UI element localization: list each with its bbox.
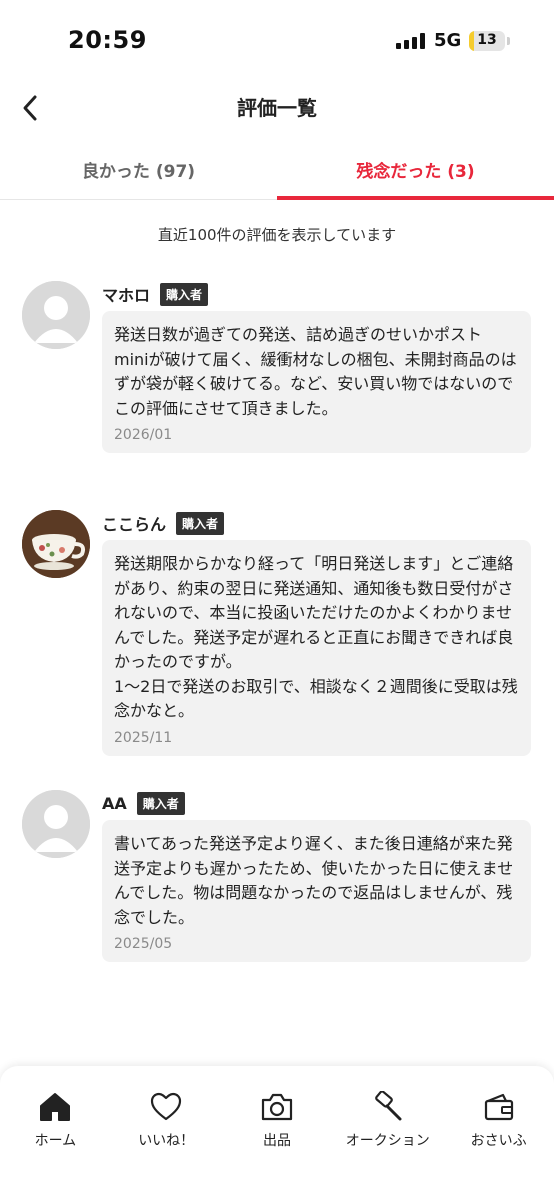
- avatar[interactable]: [22, 510, 90, 578]
- camera-icon: [260, 1090, 294, 1124]
- teacup-avatar-icon: [22, 510, 90, 578]
- reviewer-name[interactable]: AA: [102, 794, 127, 813]
- page-title: 評価一覧: [237, 96, 317, 120]
- reviewer-line: ここらん 購入者: [102, 510, 225, 536]
- battery-icon: 13: [469, 31, 505, 51]
- battery-nub: [507, 37, 510, 45]
- review-text: 発送日数が過ぎての発送、詰め過ぎのせいかポスト miniが破けて届く、緩衝材なし…: [114, 325, 517, 418]
- tab-good[interactable]: 良かった (97): [0, 140, 277, 199]
- bottom-nav: ホーム いいね！ 出品 オークション おさいふ: [0, 1066, 554, 1200]
- review-bubble: 発送日数が過ぎての発送、詰め過ぎのせいかポスト miniが破けて届く、緩衝材なし…: [102, 311, 531, 453]
- review-text: 書いてあった発送予定より遅く、また後日連絡が来た発送予定よりも遅かったため、使い…: [114, 834, 514, 927]
- review-date: 2025/05: [114, 936, 173, 952]
- battery-level: 13: [477, 32, 497, 48]
- nav-auction[interactable]: オークション: [332, 1066, 443, 1200]
- network-type: 5G: [434, 30, 462, 51]
- avatar[interactable]: [22, 790, 90, 858]
- reviewer-name[interactable]: マホロ: [102, 282, 150, 306]
- nav-likes[interactable]: いいね！: [111, 1066, 222, 1200]
- tab-bad[interactable]: 残念だった (3): [277, 140, 554, 200]
- review-bubble: 書いてあった発送予定より遅く、また後日連絡が来た発送予定よりも遅かったため、使い…: [102, 820, 531, 962]
- nav-label: オークション: [345, 1133, 430, 1149]
- status-time: 20:59: [68, 26, 147, 54]
- home-icon: [38, 1090, 72, 1124]
- status-bar: 20:59 5G 13: [0, 0, 554, 80]
- nav-label: いいね！: [138, 1133, 195, 1149]
- nav-wallet[interactable]: おさいふ: [443, 1066, 554, 1200]
- review-date: 2026/01: [114, 427, 173, 443]
- wallet-icon: [482, 1090, 516, 1124]
- default-avatar-icon: [22, 790, 90, 858]
- notice-text: 直近100件の評価を表示しています: [157, 226, 397, 244]
- nav-label: おさいふ: [470, 1133, 527, 1149]
- buyer-badge: 購入者: [160, 282, 209, 306]
- nav-sell[interactable]: 出品: [222, 1066, 333, 1200]
- review-text: 発送期限からかなり経って「明日発送します」とご連絡があり、約束の翌日に発送通知、…: [114, 554, 518, 720]
- reviewer-line: AA 購入者: [102, 790, 185, 816]
- nav-home[interactable]: ホーム: [0, 1066, 111, 1200]
- review-bubble: 発送期限からかなり経って「明日発送します」とご連絡があり、約束の翌日に発送通知、…: [102, 540, 531, 756]
- nav-label: 出品: [262, 1133, 291, 1149]
- reviewer-name[interactable]: ここらん: [102, 511, 166, 535]
- tab-bar: 良かった (97) 残念だった (3): [0, 140, 554, 200]
- gavel-icon: [371, 1090, 405, 1124]
- buyer-badge: 購入者: [176, 511, 225, 535]
- heart-icon: [149, 1090, 183, 1124]
- default-avatar-icon: [22, 281, 90, 349]
- buyer-badge: 購入者: [136, 791, 185, 815]
- header: 評価一覧: [0, 80, 554, 136]
- avatar[interactable]: [22, 281, 90, 349]
- review-date: 2025/11: [114, 729, 173, 746]
- reviewer-line: マホロ 購入者: [102, 281, 209, 307]
- cellular-signal-icon: [396, 33, 428, 49]
- nav-label: ホーム: [34, 1133, 77, 1149]
